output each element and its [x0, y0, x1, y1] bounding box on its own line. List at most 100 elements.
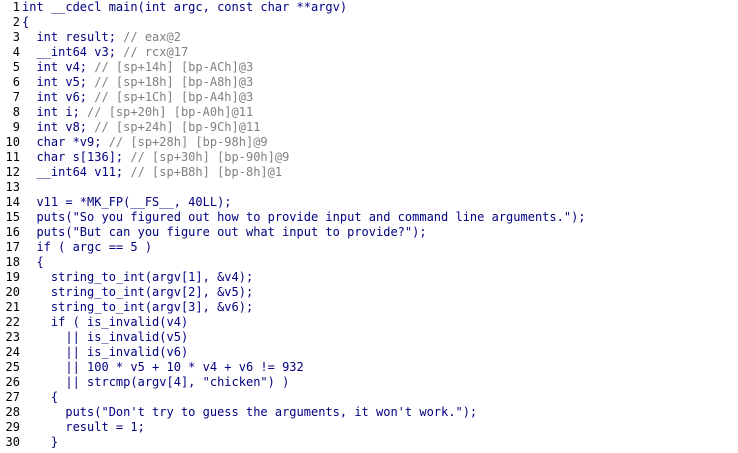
code-text[interactable]: int __cdecl main(int argc, const char **…	[22, 0, 347, 14]
code-text[interactable]: || is_invalid(v5)	[22, 330, 188, 344]
line-number: 28	[5, 405, 20, 419]
code-line[interactable]: 22 if ( is_invalid(v4)	[0, 315, 189, 330]
code-statement[interactable]: __int64 v3;	[22, 45, 123, 59]
code-text[interactable]: __int64 v11; // [sp+B8h] [bp-8h]@1	[22, 165, 282, 179]
code-comment: // [sp+1Ch] [bp-A4h]@3	[94, 90, 254, 104]
code-line[interactable]: 8 int i; // [sp+20h] [bp-A0h]@11	[0, 105, 253, 120]
code-line[interactable]: 1 int __cdecl main(int argc, const char *…	[0, 0, 347, 15]
code-comment: // [sp+24h] [bp-9Ch]@11	[94, 120, 261, 134]
code-text[interactable]: __int64 v3; // rcx@17	[22, 45, 188, 59]
code-line[interactable]: 23 || is_invalid(v5)	[0, 330, 189, 345]
line-number: 25	[5, 360, 20, 374]
code-line[interactable]: 2{	[0, 15, 29, 30]
code-line[interactable]: 21 string_to_int(argv[3], &v6);	[0, 300, 254, 315]
code-statement[interactable]: int v6;	[22, 90, 94, 104]
line-number: 24	[5, 345, 20, 359]
line-number: 17	[5, 240, 20, 254]
code-line[interactable]: 9 int v8; // [sp+24h] [bp-9Ch]@11	[0, 120, 261, 135]
code-line[interactable]: 10 char *v9; // [sp+28h] [bp-98h]@9	[0, 135, 268, 150]
line-number: 6	[12, 75, 20, 89]
line-number: 11	[5, 150, 20, 164]
code-text[interactable]: if ( is_invalid(v4)	[22, 315, 188, 329]
code-text[interactable]: string_to_int(argv[2], &v5);	[22, 285, 253, 299]
code-text[interactable]: int v5; // [sp+18h] [bp-A8h]@3	[22, 75, 253, 89]
code-statement[interactable]: char s[136];	[22, 150, 130, 164]
line-number: 26	[5, 375, 20, 389]
code-line[interactable]: 13	[0, 180, 22, 195]
line-number: 21	[5, 300, 20, 314]
code-text[interactable]: {	[22, 390, 58, 404]
code-line[interactable]: 7 int v6; // [sp+1Ch] [bp-A4h]@3	[0, 90, 253, 105]
code-comment: // [sp+18h] [bp-A8h]@3	[94, 75, 254, 89]
line-number: 12	[5, 165, 20, 179]
code-text[interactable]: if ( argc == 5 )	[22, 240, 152, 254]
code-line[interactable]: 18 {	[0, 255, 44, 270]
code-text[interactable]: int i; // [sp+20h] [bp-A0h]@11	[22, 105, 253, 119]
line-number: 30	[5, 435, 20, 449]
code-line[interactable]: 24 || is_invalid(v6)	[0, 345, 189, 360]
code-comment: // [sp+B8h] [bp-8h]@1	[130, 165, 283, 179]
code-comment: // [sp+30h] [bp-90h]@9	[130, 150, 290, 164]
code-text[interactable]: || 100 * v5 + 10 * v4 + v6 != 932	[22, 360, 303, 374]
code-line[interactable]: 3 int result; // eax@2	[0, 30, 181, 45]
code-line[interactable]: 6 int v5; // [sp+18h] [bp-A8h]@3	[0, 75, 253, 90]
pseudocode-view[interactable]: 1 int __cdecl main(int argc, const char *…	[0, 0, 738, 453]
code-text[interactable]: int result; // eax@2	[22, 30, 181, 44]
code-statement[interactable]: char *v9;	[22, 135, 109, 149]
code-line[interactable]: 28 puts("Don't try to guess the argument…	[0, 405, 478, 420]
code-text[interactable]: char s[136]; // [sp+30h] [bp-90h]@9	[22, 150, 289, 164]
line-number: 10	[5, 135, 20, 149]
code-line[interactable]: 25 || 100 * v5 + 10 * v4 + v6 != 932	[0, 360, 304, 375]
code-text[interactable]: || strcmp(argv[4], "chicken") )	[22, 375, 289, 389]
line-number: 5	[12, 60, 20, 74]
line-number: 19	[5, 270, 20, 284]
line-number: 2	[12, 15, 20, 29]
code-text[interactable]: }	[22, 435, 58, 449]
code-line[interactable]: 19 string_to_int(argv[1], &v4);	[0, 270, 254, 285]
code-statement[interactable]: __int64 v11;	[22, 165, 130, 179]
code-text[interactable]: char *v9; // [sp+28h] [bp-98h]@9	[22, 135, 267, 149]
code-line[interactable]: 20 string_to_int(argv[2], &v5);	[0, 285, 254, 300]
code-line[interactable]: 12 __int64 v11; // [sp+B8h] [bp-8h]@1	[0, 165, 283, 180]
code-line[interactable]: 11 char s[136]; // [sp+30h] [bp-90h]@9	[0, 150, 290, 165]
code-line[interactable]: 16 puts("But can you figure out what inp…	[0, 225, 427, 240]
line-number: 1	[12, 0, 20, 14]
code-statement[interactable]: int v4;	[22, 60, 94, 74]
code-line[interactable]: 27 {	[0, 390, 59, 405]
code-text[interactable]: {	[22, 255, 43, 269]
code-text[interactable]: string_to_int(argv[3], &v6);	[22, 300, 253, 314]
code-line[interactable]: 29 result = 1;	[0, 420, 145, 435]
line-number: 16	[5, 225, 20, 239]
code-text[interactable]: int v8; // [sp+24h] [bp-9Ch]@11	[22, 120, 260, 134]
line-number: 14	[5, 195, 20, 209]
line-number: 22	[5, 315, 20, 329]
code-statement[interactable]: int v8;	[22, 120, 94, 134]
code-text[interactable]: int v4; // [sp+14h] [bp-ACh]@3	[22, 60, 253, 74]
code-comment: // rcx@17	[123, 45, 189, 59]
code-statement[interactable]: int i;	[22, 105, 87, 119]
code-statement[interactable]: int result;	[22, 30, 123, 44]
code-line[interactable]: 30 }	[0, 435, 59, 450]
code-text[interactable]: string_to_int(argv[1], &v4);	[22, 270, 253, 284]
line-number: 29	[5, 420, 20, 434]
code-text[interactable]: {	[22, 15, 29, 29]
code-line[interactable]: 17 if ( argc == 5 )	[0, 240, 153, 255]
line-number: 9	[12, 120, 20, 134]
code-text[interactable]: puts("But can you figure out what input …	[22, 225, 426, 239]
code-text[interactable]: puts("So you figured out how to provide …	[22, 210, 585, 224]
code-line[interactable]: 14 v11 = *MK_FP(__FS__, 40LL);	[0, 195, 232, 210]
code-text[interactable]: puts("Don't try to guess the arguments, …	[22, 405, 477, 419]
code-line[interactable]: 4 __int64 v3; // rcx@17	[0, 45, 188, 60]
code-line[interactable]: 15 puts("So you figured out how to provi…	[0, 210, 586, 225]
code-text[interactable]: || is_invalid(v6)	[22, 345, 188, 359]
code-line[interactable]: 5 int v4; // [sp+14h] [bp-ACh]@3	[0, 60, 253, 75]
code-text[interactable]: v11 = *MK_FP(__FS__, 40LL);	[22, 195, 231, 209]
line-number: 7	[12, 90, 20, 104]
code-text[interactable]: int v6; // [sp+1Ch] [bp-A4h]@3	[22, 90, 253, 104]
line-number: 15	[5, 210, 20, 224]
code-comment: // eax@2	[123, 30, 181, 44]
code-line[interactable]: 26 || strcmp(argv[4], "chicken") )	[0, 375, 290, 390]
line-number: 27	[5, 390, 20, 404]
code-statement[interactable]: int v5;	[22, 75, 94, 89]
code-text[interactable]: result = 1;	[22, 420, 144, 434]
